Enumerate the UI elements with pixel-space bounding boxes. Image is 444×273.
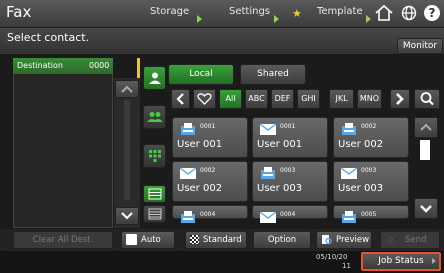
home-icon[interactable] bbox=[374, 4, 394, 26]
single-contact-category-button[interactable] bbox=[143, 66, 166, 90]
contact-card[interactable]: 0002 User 002 bbox=[172, 161, 248, 202]
index-mno[interactable]: MNO bbox=[357, 89, 382, 109]
fax-icon bbox=[340, 209, 358, 223]
clear-all-destinations-button[interactable]: Clear All Dest. bbox=[13, 231, 113, 249]
fax-icon bbox=[179, 209, 197, 223]
monitor-button[interactable]: Monitor bbox=[397, 38, 443, 54]
email-icon bbox=[179, 165, 197, 179]
list-view-button[interactable] bbox=[143, 185, 166, 203]
contact-number: 0005 bbox=[361, 211, 377, 218]
job-status-button[interactable]: Job Status bbox=[361, 252, 441, 271]
index-def[interactable]: DEF bbox=[271, 89, 294, 109]
contact-card[interactable]: 0004 bbox=[172, 205, 248, 223]
card-scroll-down-button[interactable] bbox=[414, 198, 438, 219]
tab-storage[interactable]: Storage bbox=[150, 6, 189, 17]
chevron-right-icon bbox=[197, 15, 202, 23]
index-jkl[interactable]: JKL bbox=[329, 89, 354, 109]
scroll-track[interactable] bbox=[124, 100, 130, 200]
app-title: Fax bbox=[6, 3, 32, 21]
index-ghi[interactable]: GHI bbox=[297, 89, 320, 109]
scroll-up-button[interactable] bbox=[115, 80, 139, 98]
quality-standard-button[interactable]: Standard bbox=[185, 231, 247, 249]
send-button[interactable]: ◇ Send bbox=[380, 231, 440, 249]
auto-label: Auto bbox=[141, 235, 161, 245]
option-button[interactable]: Option bbox=[253, 231, 311, 249]
contact-number: 0001 bbox=[200, 123, 216, 130]
contact-card[interactable]: 0001 User 001 bbox=[172, 117, 248, 158]
contact-name: User 001 bbox=[257, 139, 303, 150]
index-prev-button[interactable] bbox=[171, 89, 190, 109]
time-text: 11 bbox=[342, 262, 351, 270]
panel-divider bbox=[137, 58, 140, 78]
star-icon[interactable]: ★ bbox=[292, 7, 302, 20]
preview-button[interactable]: Preview bbox=[316, 231, 372, 249]
scroll-down-button[interactable] bbox=[115, 207, 139, 225]
contact-name: User 003 bbox=[257, 183, 303, 194]
contact-number: 0004 bbox=[280, 211, 296, 218]
tab-local[interactable]: Local bbox=[168, 64, 234, 85]
destination-label: Destination bbox=[17, 61, 63, 70]
index-all[interactable]: All bbox=[219, 89, 242, 109]
contact-name: User 001 bbox=[177, 139, 223, 150]
contact-card[interactable]: 0005 bbox=[333, 205, 409, 223]
contact-card[interactable]: 0003 User 003 bbox=[333, 161, 409, 202]
document-icon bbox=[126, 234, 137, 245]
email-icon bbox=[259, 209, 277, 223]
search-icon[interactable] bbox=[414, 89, 440, 109]
contact-number: 0001 bbox=[280, 123, 296, 130]
tab-template[interactable]: Template bbox=[317, 6, 363, 17]
contact-card[interactable]: 0002 User 002 bbox=[333, 117, 409, 158]
resolution-auto-button[interactable]: Auto bbox=[121, 231, 175, 249]
prompt-text: Select contact. bbox=[7, 31, 90, 44]
contact-card[interactable]: 0003 User 003 bbox=[252, 161, 328, 202]
contact-number: 0002 bbox=[200, 167, 216, 174]
tab-shared[interactable]: Shared bbox=[240, 64, 306, 85]
email-icon bbox=[259, 121, 277, 135]
contact-card[interactable]: 0001 User 001 bbox=[252, 117, 328, 158]
contact-number: 0003 bbox=[361, 167, 377, 174]
help-icon[interactable]: ? bbox=[424, 5, 440, 21]
destination-count: 0000 bbox=[89, 61, 110, 70]
detail-view-button[interactable] bbox=[143, 205, 166, 223]
favorite-heart-icon[interactable] bbox=[193, 89, 216, 109]
email-icon bbox=[340, 165, 358, 179]
contact-card[interactable]: 0004 bbox=[252, 205, 328, 223]
fax-icon bbox=[340, 121, 358, 135]
contact-number: 0004 bbox=[200, 211, 216, 218]
date-text: 05/10/20 bbox=[316, 253, 348, 261]
contact-name: User 002 bbox=[338, 139, 384, 150]
fax-icon bbox=[179, 121, 197, 135]
destination-header: Destination 0000 bbox=[13, 58, 113, 74]
card-scroll-thumb[interactable] bbox=[420, 140, 430, 160]
chevron-right-icon bbox=[366, 15, 371, 23]
chevron-right-icon bbox=[274, 15, 279, 23]
preview-label: Preview bbox=[336, 235, 370, 245]
contact-name: User 002 bbox=[177, 183, 223, 194]
tab-settings[interactable]: Settings bbox=[229, 6, 270, 17]
send-label: Send bbox=[405, 235, 427, 245]
index-abc[interactable]: ABC bbox=[245, 89, 268, 109]
job-status-label: Job Status bbox=[378, 256, 424, 266]
card-scroll-up-button[interactable] bbox=[414, 117, 438, 138]
date-time: 05/10/20 11 bbox=[316, 253, 351, 271]
fax-icon bbox=[259, 165, 277, 179]
chevron-right-icon bbox=[432, 258, 436, 264]
destination-list[interactable] bbox=[13, 58, 113, 228]
contact-number: 0003 bbox=[280, 167, 296, 174]
index-next-button[interactable] bbox=[390, 89, 410, 109]
contact-name: User 003 bbox=[338, 183, 384, 194]
group-category-button[interactable] bbox=[143, 105, 166, 129]
contact-number: 0002 bbox=[361, 123, 377, 130]
keypad-category-button[interactable] bbox=[143, 144, 166, 168]
send-icon: ◇ bbox=[387, 235, 394, 245]
checker-icon bbox=[190, 235, 199, 244]
globe-icon[interactable] bbox=[401, 5, 417, 25]
preview-icon bbox=[321, 234, 333, 252]
standard-label: Standard bbox=[203, 235, 242, 245]
